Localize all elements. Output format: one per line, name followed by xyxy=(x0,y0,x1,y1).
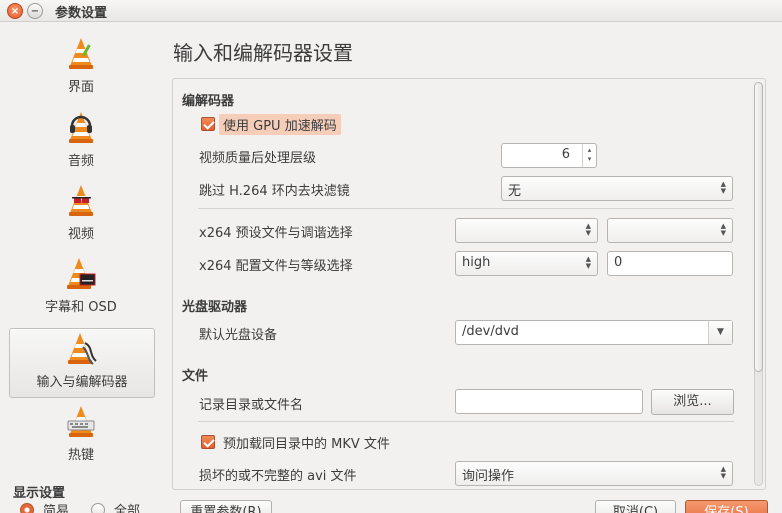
preload-mkv-checkbox[interactable] xyxy=(201,435,215,449)
disc-device-value: /dev/dvd xyxy=(462,324,519,339)
x264-level-value: 0 xyxy=(614,255,623,270)
minimize-window-button[interactable]: − xyxy=(27,3,43,19)
spin-arrows-icon[interactable]: ▴ ▾ xyxy=(582,144,596,167)
cone-headphones-icon xyxy=(69,112,93,143)
close-window-button[interactable]: × xyxy=(7,3,23,19)
x264-profile-value: high xyxy=(462,255,491,270)
sidebar-item-label: 视频 xyxy=(67,227,94,242)
reset-preferences-button[interactable]: 重置参数(R) xyxy=(180,500,272,513)
cone-brush-icon xyxy=(69,38,93,69)
sidebar-item-interface[interactable]: 界面 xyxy=(8,36,154,98)
show-settings-title: 显示设置 xyxy=(13,486,66,501)
record-dir-label: 记录目录或文件名 xyxy=(199,398,304,413)
skip-loop-filter-value: 无 xyxy=(508,184,522,199)
skip-loop-filter-label: 跳过 H.264 环内去块滤镜 xyxy=(199,184,350,199)
vertical-scrollbar[interactable] xyxy=(751,80,765,488)
sidebar-item-subtitles-osd[interactable]: 字幕和 OSD xyxy=(8,256,154,318)
cone-glasses-icon xyxy=(69,185,93,216)
sidebar-item-video[interactable]: 视频 xyxy=(8,183,154,245)
sidebar-item-label: 字幕和 OSD xyxy=(45,300,117,315)
sidebar-item-label: 输入与编解码器 xyxy=(36,375,128,390)
skip-loop-filter-combo[interactable]: 无 ▲ ▼ xyxy=(501,176,733,201)
x264-tune-combo[interactable]: ▲ ▼ xyxy=(607,218,733,243)
section-codecs: 编解码器 xyxy=(182,94,235,109)
sidebar-item-audio[interactable]: 音频 xyxy=(8,110,154,172)
updown-arrow-icon: ▲ ▼ xyxy=(720,465,726,480)
broken-avi-combo[interactable]: 询问操作 ▲ ▼ xyxy=(455,461,733,486)
broken-avi-value: 询问操作 xyxy=(462,469,515,484)
preload-mkv-label: 预加载同目录中的 MKV 文件 xyxy=(223,437,390,452)
sidebar-item-hotkeys[interactable]: 热键 xyxy=(8,404,154,466)
section-disc-drive: 光盘驱动器 xyxy=(182,300,248,315)
divider xyxy=(198,208,734,209)
x264-level-input[interactable]: 0 xyxy=(607,251,733,276)
radio-simple[interactable] xyxy=(20,503,34,513)
page-title: 输入和编解码器设置 xyxy=(173,41,353,65)
postproc-spinbox[interactable]: 6 ▴ ▾ xyxy=(501,143,597,168)
divider xyxy=(198,421,734,422)
radio-all[interactable] xyxy=(91,503,105,513)
x264-profile-combo[interactable]: high ▲ ▼ xyxy=(455,251,598,276)
cone-cables-icon xyxy=(68,333,97,365)
disc-device-combo[interactable]: /dev/dvd ▼ xyxy=(455,320,733,345)
cancel-button[interactable]: 取消(C) xyxy=(595,500,676,513)
x264-preset-combo[interactable]: ▲ ▼ xyxy=(455,218,598,243)
radio-simple-label: 简易 xyxy=(43,504,70,513)
title-bar: × − 参数设置 xyxy=(0,0,782,22)
updown-arrow-icon: ▲ ▼ xyxy=(720,180,726,195)
sidebar-item-label: 热键 xyxy=(67,448,94,463)
updown-arrow-icon: ▲ ▼ xyxy=(585,255,591,270)
record-dir-input[interactable] xyxy=(455,389,643,414)
radio-all-label: 全部 xyxy=(114,504,141,513)
x264-profile-label: x264 配置文件与等级选择 xyxy=(199,259,353,274)
updown-arrow-icon: ▲ ▼ xyxy=(585,222,591,237)
postproc-value: 6 xyxy=(561,147,570,162)
window-title: 参数设置 xyxy=(55,6,108,21)
postproc-label: 视频质量后处理层级 xyxy=(199,151,317,166)
section-files: 文件 xyxy=(182,369,209,384)
default-disc-label: 默认光盘设备 xyxy=(199,328,278,343)
cone-keyboard-icon xyxy=(67,406,95,437)
browse-button[interactable]: 浏览... xyxy=(651,389,734,415)
gpu-decode-checkbox[interactable] xyxy=(201,117,215,131)
save-button[interactable]: 保存(S) xyxy=(685,500,768,513)
broken-avi-label: 损坏的或不完整的 avi 文件 xyxy=(199,469,357,484)
sidebar-item-label: 音频 xyxy=(67,154,94,169)
settings-panel xyxy=(172,78,766,490)
chevron-down-icon[interactable]: ▼ xyxy=(708,321,732,344)
sidebar-item-label: 界面 xyxy=(67,80,94,95)
scrollbar-thumb[interactable] xyxy=(754,82,763,372)
cone-subtitle-icon xyxy=(67,258,96,289)
updown-arrow-icon: ▲ ▼ xyxy=(720,222,726,237)
sidebar-item-input-codecs[interactable]: 输入与编解码器 xyxy=(9,328,155,398)
gpu-decode-label: 使用 GPU 加速解码 xyxy=(219,114,341,135)
x264-preset-label: x264 预设文件与调谐选择 xyxy=(199,226,353,241)
